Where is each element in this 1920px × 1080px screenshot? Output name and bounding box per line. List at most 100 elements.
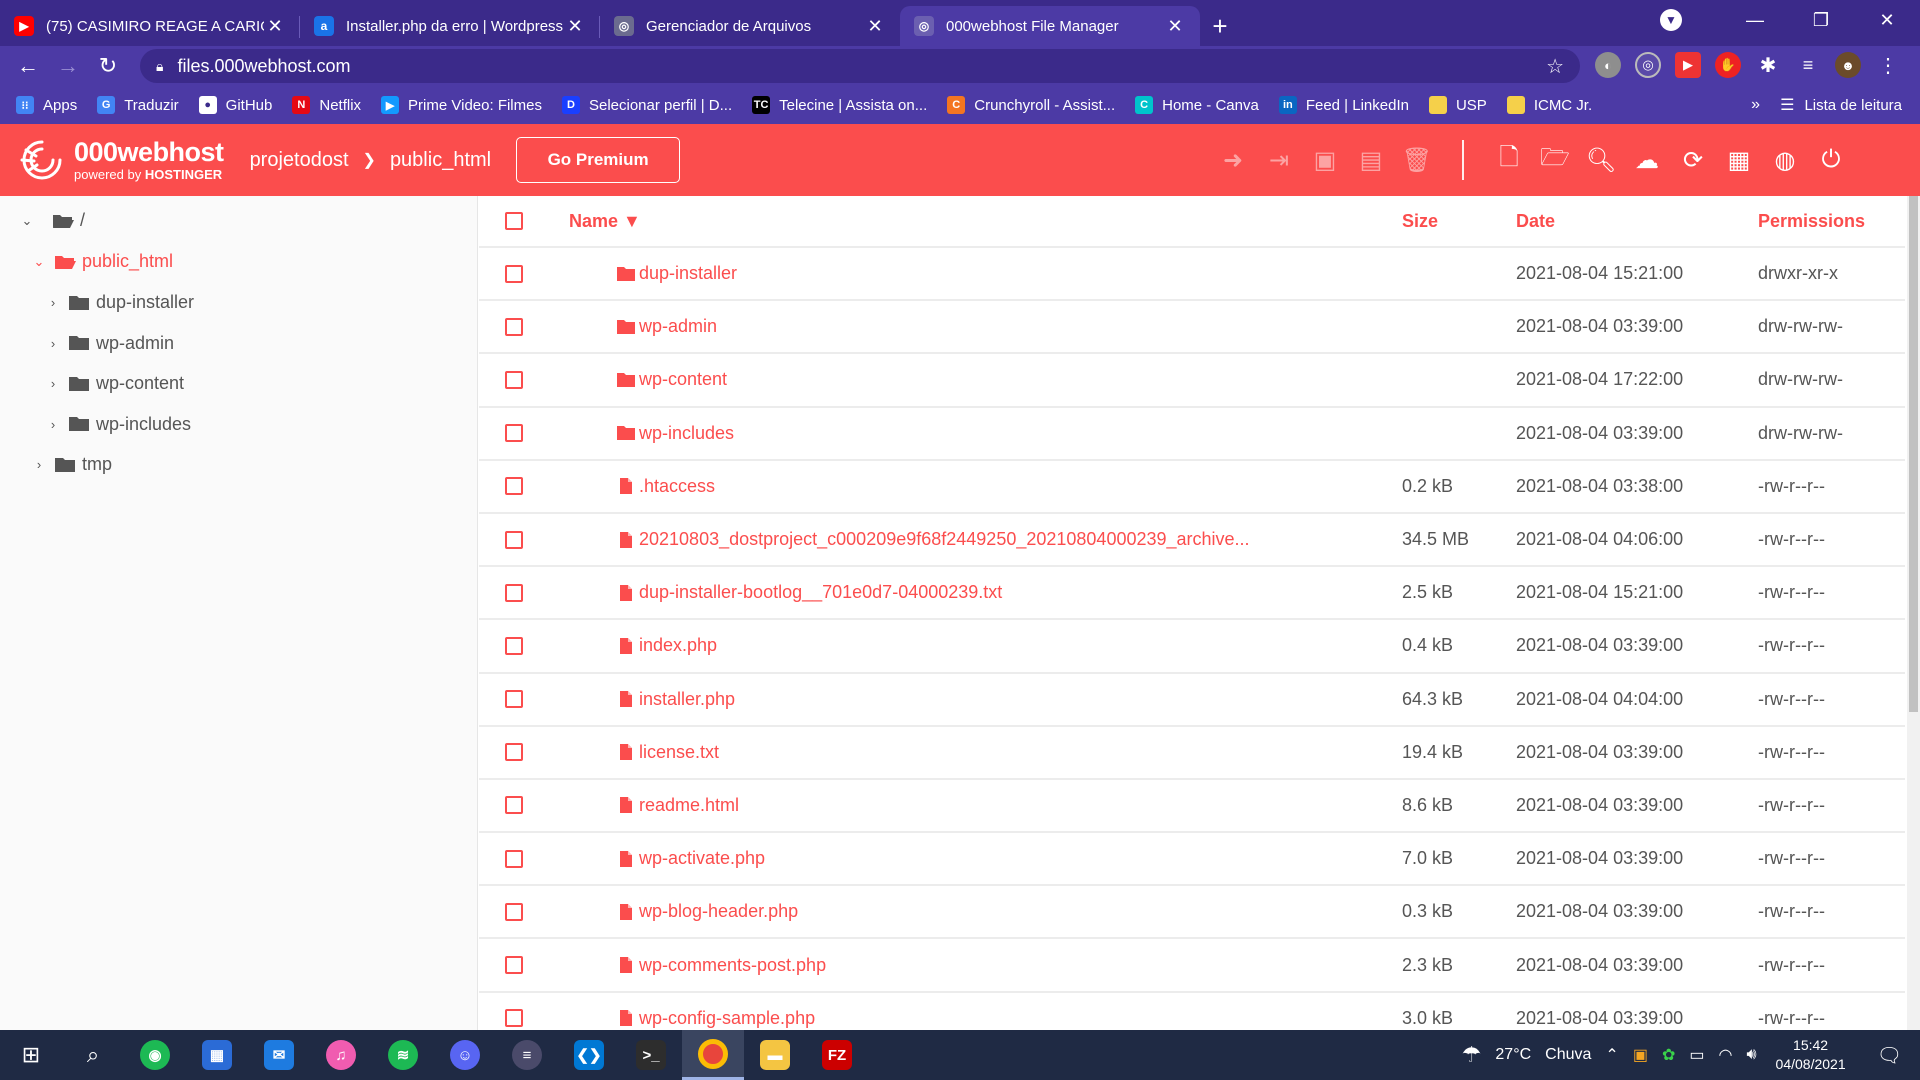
upload-icon[interactable]: ☁ (1624, 136, 1670, 184)
row-checkbox[interactable] (505, 317, 523, 336)
browser-tab[interactable]: ◎ 000webhost File Manager ✕ (900, 6, 1200, 46)
taskbar-app[interactable]: ◉ (124, 1030, 186, 1080)
menu-dots-icon[interactable]: ⋮ (1875, 52, 1901, 78)
tree-tmp[interactable]: › tmp (30, 454, 112, 475)
tree-folder-wp-includes[interactable]: › wp-includes (44, 414, 191, 435)
file-name[interactable]: dup-installer (639, 263, 737, 284)
taskbar-app[interactable]: ≡ (496, 1030, 558, 1080)
forward-icon[interactable]: → (48, 53, 88, 79)
chevron-down-icon[interactable]: ⌄ (18, 213, 36, 229)
go-premium-button[interactable]: Go Premium (516, 137, 681, 183)
header-permissions[interactable]: Permissions (1758, 211, 1905, 232)
row-checkbox[interactable] (505, 849, 523, 868)
row-checkbox[interactable] (505, 902, 523, 921)
file-name[interactable]: wp-admin (639, 316, 717, 337)
table-row[interactable]: wp-activate.php 7.0 kB 2021-08-04 03:39:00… (479, 833, 1905, 887)
profile-avatar[interactable]: ☻ (1835, 52, 1861, 78)
url-text[interactable]: files.000webhost.com (177, 56, 1546, 77)
back-icon[interactable]: ← (8, 53, 48, 79)
chevron-right-icon[interactable]: › (44, 295, 62, 310)
row-checkbox[interactable] (505, 424, 523, 443)
clock[interactable]: 15:42 04/08/2021 (1776, 1036, 1846, 1074)
bookmark-item[interactable]: ⁝⁝ Apps (16, 96, 77, 114)
file-name[interactable]: wp-blog-header.php (639, 901, 798, 922)
taskbar-app[interactable]: ≋ (372, 1030, 434, 1080)
file-name[interactable]: 20210803_dostproject_c000209e9f68f244925… (639, 529, 1250, 550)
new-file-icon[interactable]: 🗋︎ (1486, 136, 1532, 184)
bookmark-item[interactable]: C Crunchyroll - Assist... (947, 96, 1115, 114)
search-icon[interactable]: 🔍︎ (1578, 136, 1624, 184)
archive-icon[interactable]: ▣ (1302, 136, 1348, 184)
file-name[interactable]: wp-includes (639, 423, 734, 444)
table-row[interactable]: wp-blog-header.php 0.3 kB 2021-08-04 03:39… (479, 886, 1905, 940)
close-tab-icon[interactable]: ✕ (564, 16, 586, 37)
new-tab-button[interactable]: + (1200, 6, 1240, 46)
close-tab-icon[interactable]: ✕ (1164, 16, 1186, 37)
tree-folder-wp-admin[interactable]: › wp-admin (44, 333, 174, 354)
tree-folder-wp-content[interactable]: › wp-content (44, 373, 184, 394)
table-row[interactable]: wp-config-sample.php 3.0 kB 2021-08-04 03:… (479, 993, 1905, 1030)
wifi-icon[interactable]: ◠ (1718, 1045, 1732, 1065)
table-row[interactable]: wp-content 2021-08-04 17:22:00 drw-rw-rw- (479, 354, 1905, 408)
chevron-right-icon[interactable]: › (44, 376, 62, 391)
volume-icon[interactable]: 🔊︎ (1746, 1046, 1756, 1064)
header-size[interactable]: Size (1402, 211, 1516, 232)
more-bookmarks-icon[interactable]: » (1751, 96, 1760, 114)
chevron-right-icon[interactable]: › (44, 336, 62, 351)
weather-rain-icon[interactable]: ☂ (1462, 1042, 1482, 1068)
file-name[interactable]: wp-config-sample.php (639, 1008, 815, 1029)
row-checkbox[interactable] (505, 370, 523, 389)
browser-tab[interactable]: ▶ (75) CASIMIRO REAGE A CARIOCA✕ (0, 6, 300, 46)
row-checkbox[interactable] (505, 264, 523, 283)
lock-icon[interactable]: 🔒︎ (156, 58, 163, 75)
file-name[interactable]: dup-installer-bootlog__701e0d7-04000239.… (639, 582, 1002, 603)
row-checkbox[interactable] (505, 956, 523, 975)
rename-icon[interactable]: ⇥ (1256, 136, 1302, 184)
power-icon[interactable]: ⏻ (1808, 136, 1854, 184)
restore-icon[interactable]: ❐ (1788, 10, 1854, 31)
taskbar-app[interactable]: ❮❯ (558, 1030, 620, 1080)
row-checkbox[interactable] (505, 690, 523, 709)
bookmark-item[interactable]: ICMC Jr. (1506, 96, 1592, 114)
close-tab-icon[interactable]: ✕ (864, 16, 886, 37)
row-checkbox[interactable] (505, 530, 523, 549)
bookmark-item[interactable]: D Selecionar perfil | D... (561, 96, 732, 114)
bookmark-item[interactable]: C Home - Canva (1135, 96, 1259, 114)
windows-start-icon[interactable]: ⊞ (0, 1030, 62, 1080)
tray-app-icon[interactable]: ✿ (1662, 1045, 1675, 1065)
file-name[interactable]: readme.html (639, 795, 739, 816)
move-icon[interactable]: ➜ (1210, 136, 1256, 184)
bookmark-item[interactable]: TC Telecine | Assista on... (752, 96, 927, 114)
table-row[interactable]: 20210803_dostproject_c000209e9f68f244925… (479, 514, 1905, 568)
bookmark-item[interactable]: N Netflix (292, 96, 361, 114)
address-bar[interactable]: 🔒︎ files.000webhost.com ☆ (140, 49, 1580, 83)
taskbar-app[interactable]: ▬ (744, 1030, 806, 1080)
breadcrumb-public-html[interactable]: public_html (390, 149, 491, 172)
reading-list[interactable]: ☰ Lista de leitura (1780, 95, 1902, 115)
header-name[interactable]: Name ▼ (549, 211, 1402, 232)
table-row[interactable]: dup-installer-bootlog__701e0d7-04000239.… (479, 567, 1905, 621)
grid-view-icon[interactable]: ▦ (1716, 136, 1762, 184)
table-row[interactable]: index.php 0.4 kB 2021-08-04 03:39:00 -rw-r-… (479, 620, 1905, 674)
chevron-right-icon[interactable]: › (30, 457, 48, 472)
refresh-icon[interactable]: ⟳ (1670, 136, 1716, 184)
close-window-icon[interactable]: ✕ (1854, 10, 1920, 31)
scrollbar-thumb[interactable] (1909, 196, 1918, 712)
chevron-right-icon[interactable]: › (44, 417, 62, 432)
browser-tab[interactable]: a Installer.php da erro | Wordpress ✕ (300, 6, 600, 46)
row-checkbox[interactable] (505, 636, 523, 655)
tree-public-html[interactable]: ⌄ public_html (30, 251, 174, 272)
extension-icon[interactable]: ◎ (1635, 52, 1661, 78)
bookmark-item[interactable]: in Feed | LinkedIn (1278, 96, 1409, 114)
row-checkbox[interactable] (505, 743, 523, 762)
select-all-checkbox[interactable] (505, 212, 523, 230)
tray-chevron-up-icon[interactable]: ⌃ (1605, 1045, 1618, 1065)
taskbar-app[interactable]: ♫ (310, 1030, 372, 1080)
header-date[interactable]: Date (1516, 211, 1758, 232)
scrollbar[interactable] (1907, 196, 1920, 1030)
taskbar-app[interactable]: ▦ (186, 1030, 248, 1080)
table-row[interactable]: readme.html 8.6 kB 2021-08-04 03:39:00 -rw-… (479, 780, 1905, 834)
extension-icon[interactable]: ▶ (1675, 52, 1701, 78)
media-control-icon[interactable]: ≡ (1795, 52, 1821, 78)
table-row[interactable]: wp-comments-post.php 2.3 kB 2021-08-04 03:… (479, 939, 1905, 993)
